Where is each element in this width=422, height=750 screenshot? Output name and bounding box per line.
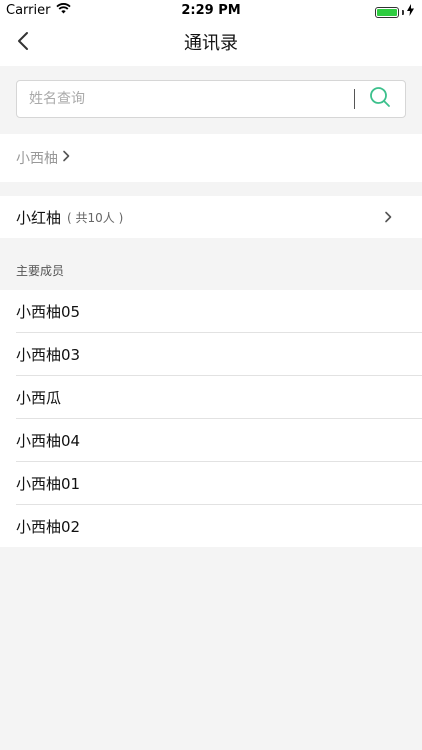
status-right: [375, 4, 414, 20]
breadcrumb[interactable]: 小西柚: [0, 134, 422, 182]
nav-bar: 通讯录: [0, 22, 422, 66]
status-time: 2:29 PM: [181, 3, 241, 18]
member-item[interactable]: 小西柚05: [16, 290, 422, 333]
member-item[interactable]: 小西柚01: [16, 462, 422, 505]
page-title: 通讯录: [184, 33, 238, 54]
group-name: 小红柚: [16, 208, 62, 227]
search-box: [16, 80, 406, 118]
member-item[interactable]: 小西柚02: [16, 505, 422, 547]
member-item[interactable]: 小西柚03: [16, 333, 422, 376]
charging-bolt-icon: [407, 4, 414, 20]
battery-icon: [375, 6, 399, 18]
chevron-left-icon: [17, 31, 29, 55]
search-button[interactable]: [355, 81, 405, 117]
chevron-right-icon: [58, 150, 70, 166]
group-row[interactable]: 小红柚 ( 共10人 ): [0, 196, 422, 238]
member-item[interactable]: 小西柚04: [16, 419, 422, 462]
search-input[interactable]: [17, 81, 354, 117]
breadcrumb-label: 小西柚: [16, 151, 58, 167]
group-count: ( 共10人 ): [67, 210, 124, 225]
battery-fill: [377, 8, 397, 16]
member-item[interactable]: 小西瓜: [16, 376, 422, 419]
back-button[interactable]: [6, 26, 40, 60]
chevron-right-icon: [384, 208, 392, 227]
member-list: 小西柚05 小西柚03 小西瓜 小西柚04 小西柚01 小西柚02: [0, 290, 422, 547]
status-bar: Carrier 2:29 PM: [0, 0, 422, 22]
section-gap: [0, 182, 422, 196]
search-icon: [369, 86, 391, 112]
battery-tip: [402, 9, 404, 15]
search-section: [0, 66, 422, 134]
members-section-title: 主要成员: [0, 238, 422, 290]
